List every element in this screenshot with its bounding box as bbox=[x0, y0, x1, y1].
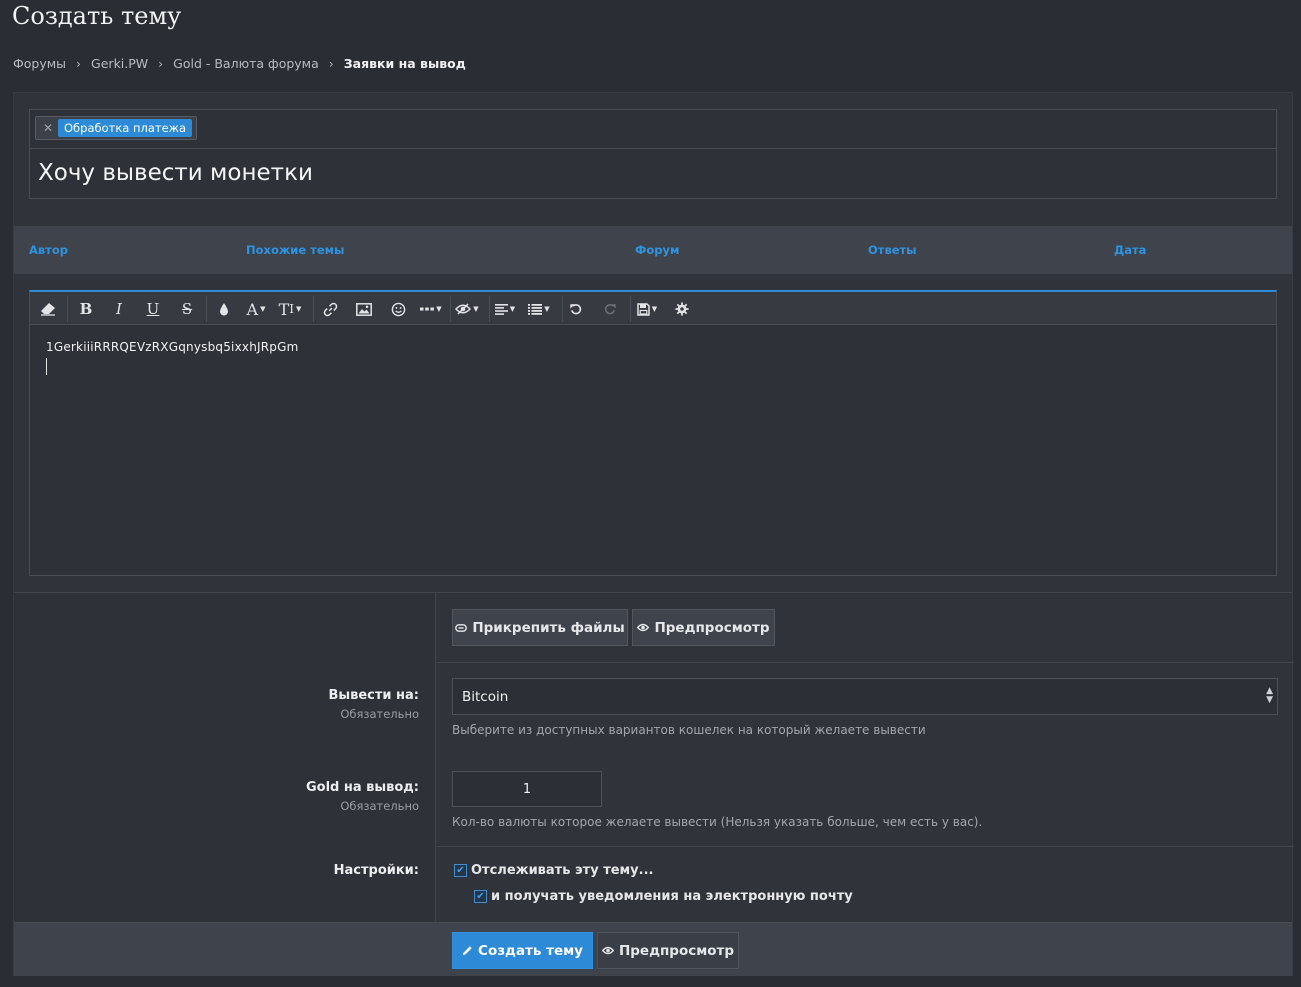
editor-toolbar: B I U S A ▼ T I ▼ ▼ ▼ ▼ ▼ ▼ bbox=[30, 292, 1276, 325]
attach-files-button[interactable]: Прикрепить файлы bbox=[452, 609, 628, 646]
breadcrumb-separator: › bbox=[328, 56, 334, 71]
pencil-icon bbox=[462, 946, 472, 956]
watch-thread-option[interactable]: ✔ Отслеживать эту тему... bbox=[454, 863, 653, 878]
editor-content[interactable]: 1GerkiiiRRRQEVzRXGqnysbq5ixxhJRpGm bbox=[46, 340, 298, 354]
font-family-icon[interactable]: A ▼ bbox=[244, 296, 268, 322]
preview-button[interactable]: Предпросмотр bbox=[632, 609, 775, 646]
page-title: Создать тему bbox=[12, 2, 182, 30]
settings-label: Настройки: bbox=[333, 863, 419, 878]
link-icon[interactable] bbox=[318, 296, 342, 322]
footer-preview-label: Предпросмотр bbox=[618, 942, 735, 959]
column-replies[interactable]: Ответы bbox=[868, 243, 917, 257]
divider bbox=[437, 846, 1294, 847]
eye-icon bbox=[601, 946, 614, 955]
footer-preview-button[interactable]: Предпросмотр bbox=[597, 932, 739, 969]
column-similar-threads[interactable]: Похожие темы bbox=[246, 243, 344, 257]
withdraw-to-value: Bitcoin bbox=[462, 688, 509, 705]
gold-amount-required: Обязательно bbox=[340, 799, 419, 813]
breadcrumb-forums[interactable]: Форумы bbox=[13, 56, 66, 71]
attach-files-label: Прикрепить файлы bbox=[472, 619, 625, 636]
withdraw-to-select[interactable]: Bitcoin ▲ ▼ bbox=[452, 678, 1278, 715]
divider bbox=[437, 662, 1294, 663]
column-forum[interactable]: Форум bbox=[635, 243, 679, 257]
prefix-selector[interactable]: ✕ Обработка платежа bbox=[30, 110, 1276, 149]
font-size-icon[interactable]: T I ▼ bbox=[278, 296, 302, 322]
text-color-icon[interactable] bbox=[212, 296, 236, 322]
email-notify-option[interactable]: ✔ и получать уведомления на электронную … bbox=[474, 889, 853, 904]
drafts-icon[interactable]: ▼ bbox=[635, 296, 659, 322]
breadcrumb: Форумы › Gerki.PW › Gold - Валюта форума… bbox=[13, 56, 466, 71]
column-date[interactable]: Дата bbox=[1114, 243, 1146, 257]
message-editor: B I U S A ▼ T I ▼ ▼ ▼ ▼ ▼ ▼ 1GerkiiiRRRQ… bbox=[29, 290, 1277, 576]
breadcrumb-current-forum[interactable]: Заявки на вывод bbox=[344, 56, 466, 71]
prefix-tag: ✕ Обработка платежа bbox=[35, 116, 198, 140]
image-icon[interactable] bbox=[352, 296, 376, 322]
italic-icon[interactable]: I bbox=[107, 296, 131, 322]
withdraw-to-hint: Выберите из доступных вариантов кошелек … bbox=[452, 723, 926, 737]
title-input-group: ✕ Обработка платежа Хочу вывести монетки bbox=[29, 109, 1277, 199]
create-thread-form: ✕ Обработка платежа Хочу вывести монетки… bbox=[13, 92, 1294, 976]
preview-label: Предпросмотр bbox=[654, 619, 770, 636]
paperclip-icon bbox=[455, 623, 468, 632]
smilie-icon[interactable] bbox=[386, 296, 410, 322]
close-icon[interactable]: ✕ bbox=[41, 121, 55, 135]
underline-icon[interactable]: U bbox=[141, 296, 165, 322]
select-arrows-icon: ▲ ▼ bbox=[1266, 686, 1273, 705]
create-thread-button[interactable]: Создать тему bbox=[452, 932, 593, 969]
font-size-glyph: T bbox=[278, 299, 290, 319]
more-insert-icon[interactable]: ▼ bbox=[419, 296, 443, 322]
breadcrumb-category[interactable]: Gold - Валюта форума bbox=[173, 56, 319, 71]
eraser-icon[interactable] bbox=[36, 296, 60, 322]
gold-amount-input[interactable]: 1 bbox=[452, 771, 602, 807]
thread-title-input[interactable]: Хочу вывести монетки bbox=[38, 160, 313, 186]
watch-thread-checkbox[interactable]: ✔ bbox=[454, 864, 467, 877]
email-notify-checkbox[interactable]: ✔ bbox=[474, 890, 487, 903]
align-icon[interactable]: ▼ bbox=[493, 296, 517, 322]
breadcrumb-separator: › bbox=[158, 56, 164, 71]
column-author[interactable]: Автор bbox=[29, 243, 68, 257]
form-fields: Прикрепить файлы Предпросмотр Вывести на… bbox=[14, 592, 1294, 922]
font-family-glyph: A bbox=[246, 299, 259, 319]
create-thread-label: Создать тему bbox=[478, 942, 583, 959]
gold-amount-label: Gold на вывод: bbox=[305, 780, 419, 795]
breadcrumb-site[interactable]: Gerki.PW bbox=[91, 56, 148, 71]
form-submit-row: Создать тему Предпросмотр bbox=[14, 922, 1292, 976]
strikethrough-icon[interactable]: S bbox=[175, 296, 199, 322]
eye-icon bbox=[637, 623, 650, 632]
undo-icon[interactable] bbox=[564, 296, 588, 322]
list-icon[interactable]: ▼ bbox=[527, 296, 551, 322]
similar-threads-header: Автор Похожие темы Форум Ответы Дата bbox=[14, 226, 1292, 274]
prefix-label: Обработка платежа bbox=[58, 119, 193, 137]
bold-icon[interactable]: B bbox=[74, 296, 98, 322]
hide-icon[interactable]: ▼ bbox=[455, 296, 479, 322]
email-notify-label[interactable]: и получать уведомления на электронную по… bbox=[491, 889, 853, 904]
gold-amount-hint: Кол-во валюты которое желаете вывести (Н… bbox=[452, 815, 983, 829]
withdraw-to-required: Обязательно bbox=[340, 707, 419, 721]
settings-icon[interactable] bbox=[670, 296, 694, 322]
watch-thread-label[interactable]: Отслеживать эту тему... bbox=[471, 863, 653, 878]
text-cursor bbox=[46, 358, 47, 375]
withdraw-to-label: Вывести на: bbox=[328, 688, 419, 703]
redo-icon[interactable] bbox=[598, 296, 622, 322]
breadcrumb-separator: › bbox=[76, 56, 82, 71]
